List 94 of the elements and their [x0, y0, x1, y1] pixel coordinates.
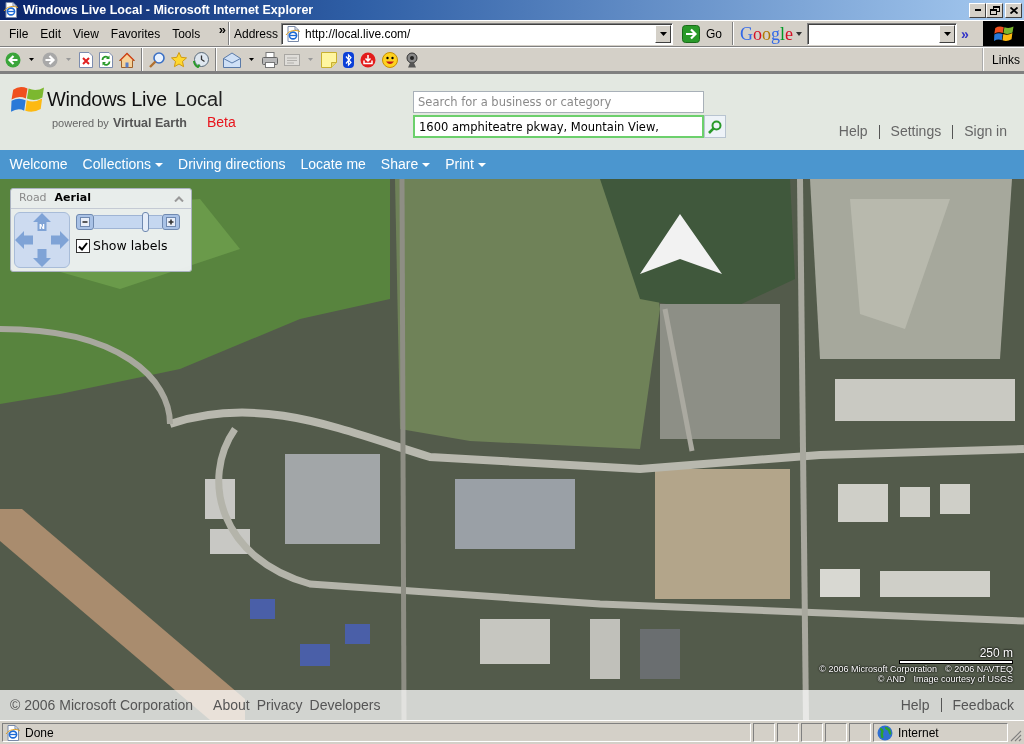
restore-button[interactable] [986, 2, 1003, 18]
nav-link[interactable]: Driving directions [170, 154, 293, 175]
page-icon [3, 2, 19, 18]
minimize-button[interactable] [969, 2, 986, 18]
restore-icon [989, 5, 1000, 15]
close-icon [1009, 6, 1018, 14]
footer-link[interactable]: About [213, 694, 250, 716]
search-icon[interactable] [149, 51, 165, 68]
stop-icon[interactable] [79, 51, 93, 68]
footer-link[interactable]: Help [900, 694, 930, 716]
business-search-field[interactable]: Search for a business or category [413, 91, 704, 113]
status-panel [753, 723, 775, 742]
location-search-field[interactable]: 1600 amphiteatre pkway, Mountain View, [413, 115, 704, 138]
search-combo-box[interactable] [807, 22, 958, 45]
globe-icon [877, 724, 893, 741]
back-arrow-icon[interactable] [5, 51, 21, 68]
nav-link[interactable]: Locate me [292, 154, 374, 175]
tagline: powered by [52, 116, 109, 131]
page-icon [285, 25, 302, 42]
minus-icon [80, 217, 90, 227]
map-style-tab[interactable]: Aerial [50, 190, 95, 207]
address-combo-box[interactable]: http://local.live.com/ [281, 22, 674, 45]
beta-label: Beta [207, 113, 236, 132]
dropdown-button[interactable] [939, 24, 956, 43]
footer-link[interactable]: Developers [309, 694, 381, 716]
arrow-right-icon [682, 24, 701, 43]
address-label: Address [234, 25, 279, 43]
search-button[interactable] [704, 115, 726, 138]
logo-product: Local [174, 86, 223, 112]
header-link[interactable]: Settings [890, 121, 942, 142]
map-credit: Image courtesy of USGS [913, 674, 1013, 684]
close-button[interactable] [1005, 2, 1022, 18]
map-style-tab[interactable]: Road [15, 190, 51, 207]
plus-icon [166, 217, 176, 227]
copyright-text: © 2006 Microsoft Corporation [10, 695, 194, 715]
bluetooth-icon[interactable] [343, 51, 354, 68]
dropdown-button[interactable] [655, 24, 672, 43]
status-panel [825, 723, 847, 742]
download-icon[interactable] [360, 51, 376, 68]
map-credit: © 2006 Microsoft Corporation [819, 664, 937, 674]
logo-text: Windows Live [47, 86, 167, 112]
show-labels-label[interactable]: Show labels [93, 237, 168, 256]
home-icon[interactable] [119, 51, 135, 68]
map-credit: © AND [877, 674, 906, 684]
caret-icon [943, 31, 951, 36]
search-icon [708, 119, 722, 134]
go-button[interactable]: Go [678, 24, 727, 43]
caret-icon[interactable] [29, 58, 34, 61]
page-icon [5, 724, 21, 741]
clock-icon[interactable] [193, 51, 209, 68]
refresh-icon[interactable] [99, 51, 113, 68]
nav-link[interactable]: Share [373, 154, 438, 175]
header-link[interactable]: Help [838, 121, 868, 142]
menu-item[interactable]: Favorites [104, 24, 167, 43]
nav-link[interactable]: Welcome [2, 154, 76, 175]
flag-logo-icon [983, 21, 1024, 46]
star-icon[interactable] [171, 51, 187, 68]
menu-item[interactable]: Tools [166, 24, 207, 43]
printer-icon[interactable] [262, 51, 278, 68]
webcam-icon[interactable] [404, 51, 420, 68]
zoom-in-button[interactable] [162, 214, 180, 230]
menu-item[interactable]: View [67, 24, 105, 43]
status-panel [777, 723, 799, 742]
zoom-slider-thumb[interactable] [141, 212, 149, 232]
status-panel [849, 723, 871, 742]
caret-icon[interactable] [249, 58, 254, 61]
smiley-icon[interactable] [382, 51, 398, 68]
zoom-out-button[interactable] [76, 214, 94, 230]
menu-overflow-button[interactable]: » [216, 24, 228, 36]
scale-label: 250 m [979, 646, 1013, 660]
status-panel [801, 723, 823, 742]
header-link[interactable]: Sign in [964, 121, 1007, 142]
window-title: Windows Live Local - Microsoft Internet Explorer [23, 1, 314, 19]
menu-item[interactable]: Edit [34, 24, 68, 43]
footer-link[interactable]: Feedback [952, 694, 1014, 716]
security-zone-text: Internet [898, 724, 939, 742]
chevron-up-icon[interactable] [174, 195, 184, 202]
resize-grip-icon[interactable] [1010, 730, 1022, 742]
map-credit: © 2006 NAVTEQ [945, 664, 1013, 674]
scale-bar-icon [899, 660, 1013, 664]
envelope-icon[interactable] [223, 51, 241, 68]
show-labels-checkbox[interactable] [76, 239, 90, 254]
menu-item[interactable]: File [3, 24, 35, 43]
brand-text: Virtual Earth [112, 115, 187, 132]
status-text: Done [25, 724, 54, 742]
footer-link[interactable]: Privacy [256, 694, 303, 716]
address-input[interactable]: http://local.live.com/ [301, 24, 656, 43]
nav-link[interactable]: Print [437, 154, 494, 175]
search-engine-logo[interactable]: Google [738, 23, 805, 44]
caret-icon [659, 31, 667, 36]
nav-link[interactable]: Collections [75, 154, 171, 175]
caret-icon [796, 31, 803, 36]
minimize-icon [974, 9, 981, 11]
toolbar-overflow-button[interactable]: » [957, 26, 973, 41]
